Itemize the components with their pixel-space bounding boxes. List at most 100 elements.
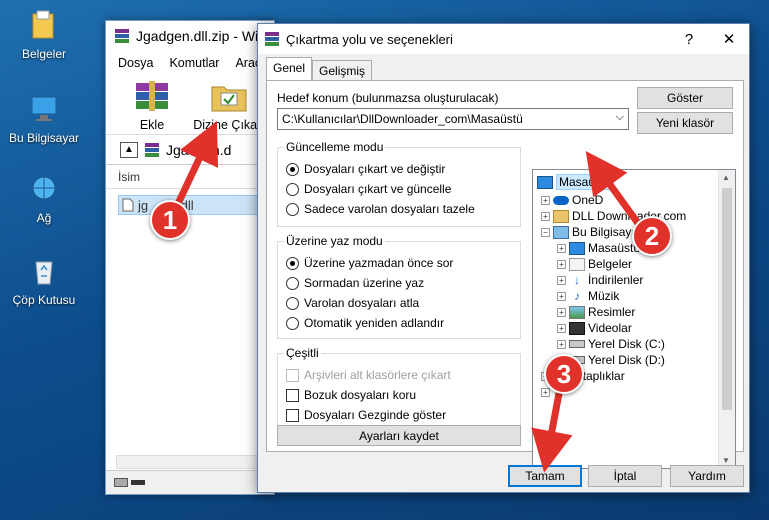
tab-general[interactable]: Genel	[266, 57, 313, 80]
tab-advanced[interactable]: Gelişmiş	[312, 60, 373, 80]
annotation-badge-2: 2	[632, 216, 672, 256]
tree-node-pc-desktop[interactable]: + Masaüstü	[557, 240, 640, 256]
tree-node-label: Belgeler	[588, 257, 633, 271]
tree-node-drive-c[interactable]: + Yerel Disk (C:)	[557, 336, 665, 352]
tree-node-downloads[interactable]: + ↓ İndirilenler	[557, 272, 643, 288]
tree-node-onedrive[interactable]: + OneD	[541, 192, 603, 208]
desktop-icon	[537, 175, 553, 189]
option-label: Dosyaları Gezginde göster	[304, 408, 447, 422]
destination-path-combo[interactable]: C:\Kullanıcılar\DllDownloader_com\Masaüs…	[277, 108, 629, 130]
update-mode-group: Güncelleme modu Dosyaları çıkart ve deği…	[277, 140, 521, 227]
desktop-icon-network[interactable]: Ağ	[4, 174, 84, 225]
misc-option-subfolders: Arşivleri alt klasörlere çıkart	[286, 368, 451, 382]
add-archive-icon	[136, 81, 168, 111]
tree-node-label: DLL Downloader.com	[572, 209, 687, 223]
horizontal-scrollbar[interactable]	[116, 455, 266, 469]
tree-vertical-scrollbar[interactable]: ▲ ▼	[718, 170, 735, 468]
desktop-icon-recycle-bin[interactable]: Çöp Kutusu	[4, 256, 84, 307]
drive-icon	[569, 340, 585, 348]
chevron-down-icon[interactable]: ⌵	[616, 111, 624, 124]
annotation-badge-3: 3	[544, 354, 584, 394]
winrar-titlebar: Jgadgen.dll.zip - Wi	[106, 21, 274, 51]
radio[interactable]	[286, 296, 299, 310]
collapse-icon[interactable]: −	[541, 227, 550, 237]
add-button[interactable]: Ekle	[122, 75, 182, 134]
option-label: Bozuk dosyaları koru	[304, 388, 417, 402]
overwrite-option-rename[interactable]: Otomatik yeniden adlandır	[286, 316, 444, 330]
winrar-toolbar: Ekle Dizine Çıkart	[106, 75, 274, 135]
overwrite-option-always[interactable]: Sormadan üzerine yaz	[286, 276, 424, 290]
expand-icon[interactable]: +	[557, 291, 566, 301]
extract-to-button[interactable]: Dizine Çıkart	[192, 75, 266, 134]
scroll-thumb[interactable]	[722, 188, 732, 410]
desktop-icon-label: Bu Bilgisayar	[8, 131, 80, 145]
radio[interactable]	[286, 316, 299, 330]
help-button[interactable]: Yardım	[670, 465, 744, 487]
update-option-update[interactable]: Dosyaları çıkart ve güncelle	[286, 182, 451, 196]
misc-option-show-explorer[interactable]: Dosyaları Gezginde göster	[286, 408, 446, 422]
expand-icon[interactable]: +	[557, 275, 566, 285]
overwrite-option-skip[interactable]: Varolan dosyaları atla	[286, 296, 419, 310]
update-option-freshen[interactable]: Sadece varolan dosyaları tazele	[286, 202, 475, 216]
tree-node-label: Resimler	[588, 305, 636, 319]
update-option-replace[interactable]: Dosyaları çıkart ve değiştir	[286, 162, 445, 176]
desktop-icon-label: Belgeler	[21, 47, 67, 61]
expand-icon[interactable]: +	[557, 323, 566, 333]
expand-icon[interactable]: +	[541, 195, 550, 205]
update-mode-title: Güncelleme modu	[284, 140, 386, 154]
new-folder-button[interactable]: Yeni klasör	[637, 112, 733, 134]
tree-node-documents[interactable]: + Belgeler	[557, 256, 632, 272]
desktop-icon-this-pc[interactable]: Bu Bilgisayar	[4, 94, 84, 145]
folder-tree[interactable]: Masaüstü + OneD + DLL Downloader.com − B…	[532, 169, 736, 469]
radio[interactable]	[286, 202, 299, 216]
tree-node-music[interactable]: + ♪ Müzik	[557, 288, 619, 304]
dialog-tabs: Genel Gelişmiş	[266, 57, 373, 80]
winrar-pathbar: ▲ Jgadgen.d	[106, 135, 274, 165]
scroll-up-icon[interactable]: ▲	[722, 173, 730, 182]
tree-node-this-pc[interactable]: − Bu Bilgisaya	[541, 224, 638, 240]
extraction-dialog: Çıkartma yolu ve seçenekleri ? ✕ Genel G…	[257, 23, 750, 493]
annotation-badge-1: 1	[150, 200, 190, 240]
up-folder-icon[interactable]: ▲	[120, 141, 138, 158]
expand-icon[interactable]: +	[557, 339, 566, 349]
ok-button[interactable]: Tamam	[508, 465, 582, 487]
menu-file[interactable]: Dosya	[118, 56, 153, 70]
tree-node-videos[interactable]: + Videolar	[557, 320, 632, 336]
add-button-label: Ekle	[139, 118, 165, 132]
overwrite-option-ask[interactable]: Üzerine yazmadan önce sor	[286, 256, 453, 270]
radio-selected[interactable]	[286, 162, 299, 176]
checkbox[interactable]	[286, 408, 299, 422]
overwrite-mode-title: Üzerine yaz modu	[284, 234, 385, 248]
expand-icon[interactable]: +	[557, 307, 566, 317]
destination-path-value: C:\Kullanıcılar\DllDownloader_com\Masaüs…	[282, 112, 523, 126]
tree-node-label: Yerel Disk (D:)	[588, 353, 665, 367]
scroll-down-icon[interactable]: ▼	[722, 456, 730, 465]
desktop-icon-label: Ağ	[36, 211, 52, 225]
expand-icon[interactable]: +	[541, 387, 550, 397]
column-header-name[interactable]: İsim	[106, 165, 274, 189]
tree-node-label: Bu Bilgisaya	[572, 225, 639, 239]
menu-commands[interactable]: Komutlar	[169, 56, 219, 70]
save-settings-button[interactable]: Ayarları kaydet	[277, 425, 521, 446]
radio[interactable]	[286, 276, 299, 290]
option-label: Üzerine yazmadan önce sor	[304, 256, 454, 270]
tree-node-desktop[interactable]: Masaüstü	[537, 174, 615, 190]
tree-node-pictures[interactable]: + Resimler	[557, 304, 635, 320]
show-button[interactable]: Göster	[637, 87, 733, 109]
checkbox-disabled	[286, 368, 299, 382]
film-strip-icon	[569, 321, 585, 335]
cancel-button[interactable]: İptal	[588, 465, 662, 487]
close-icon[interactable]: ✕	[709, 30, 749, 48]
expand-icon[interactable]: +	[557, 259, 566, 269]
computer-icon	[553, 225, 569, 239]
desktop-icon-documents[interactable]: Belgeler	[4, 10, 84, 61]
checkbox[interactable]	[286, 388, 299, 402]
radio[interactable]	[286, 182, 299, 196]
option-label: Sadece varolan dosyaları tazele	[304, 202, 475, 216]
radio-selected[interactable]	[286, 256, 299, 270]
expand-icon[interactable]: +	[541, 211, 550, 221]
help-icon[interactable]: ?	[669, 31, 709, 48]
misc-option-keep-broken[interactable]: Bozuk dosyaları koru	[286, 388, 416, 402]
key-icon	[131, 480, 145, 485]
expand-icon[interactable]: +	[557, 243, 566, 253]
